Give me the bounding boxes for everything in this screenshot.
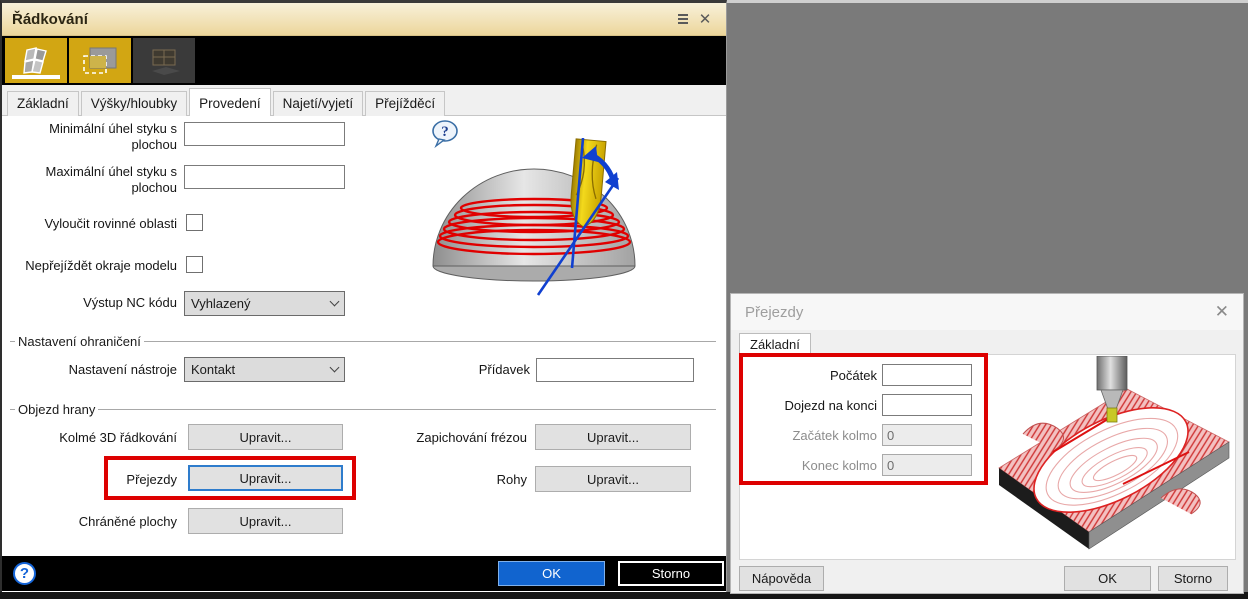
operation-toolbar [2,36,726,85]
ok-button[interactable]: OK [1064,566,1151,591]
dialog-tabbar: Základní Výšky/hloubky Provedení Najetí/… [2,85,726,116]
tab-zakladni[interactable]: Základní [7,91,79,116]
prejezdy-title: Přejezdy [745,304,1215,321]
dialog-title: Řádkování [12,11,88,28]
help-icon[interactable]: ? [13,562,36,585]
exclude-planar-checkbox[interactable] [186,214,203,231]
plunge-milling-edit-button[interactable]: Upravit... [535,424,691,450]
tab-najeti-vyjeti[interactable]: Najetí/vyjetí [273,91,364,116]
help-button[interactable]: Nápověda [739,566,824,591]
surface-patch-icon [19,46,53,76]
exclude-planar-label: Vyloučit rovinné oblasti [4,216,177,232]
chevron-down-icon [330,363,340,373]
tool-setting-label: Nastavení nástroje [4,362,177,378]
tab-prejizdeci[interactable]: Přejížděcí [365,91,445,116]
boundary-group-header: Nastavení ohraničení [10,334,716,349]
end-perpendicular-input [882,454,972,476]
active-tool-indicator [12,75,60,79]
perpendicular-3d-edit-button[interactable]: Upravit... [188,424,343,450]
end-input[interactable] [882,394,972,416]
edge-group-header: Objezd hrany [10,402,716,417]
tab-vysky-hloubky[interactable]: Výšky/hloubky [81,91,187,116]
protected-surfaces-edit-button[interactable]: Upravit... [188,508,343,534]
radkovani-dialog: Řádkování ✕ [0,0,727,592]
tab-provedeni[interactable]: Provedení [189,88,271,116]
corners-edit-button[interactable]: Upravit... [535,466,691,492]
menu-icon[interactable] [672,9,694,29]
toolpath-illustration [993,356,1235,556]
close-icon[interactable]: ✕ [694,9,716,29]
screen: Řádkování ✕ [0,0,1248,599]
min-angle-label: Minimální úhel styku s plochou [4,121,177,154]
plunge-milling-label: Zapichování frézou [397,430,527,446]
dialog-titlebar: Řádkování ✕ [2,3,726,36]
protected-surfaces-label: Chráněné plochy [4,514,177,530]
allowance-input[interactable] [536,358,694,382]
start-perpendicular-label: Začátek kolmo [743,428,877,443]
mesh-tool-button[interactable] [133,38,195,83]
nc-output-label: Výstup NC kódu [4,295,177,311]
start-label: Počátek [743,368,877,383]
max-angle-label: Maximální úhel styku s plochou [4,164,177,197]
prejezdy-dialog: Přejezdy ✕ Základní Počátek Dojezd na ko… [730,293,1244,594]
tool-setting-dropdown[interactable]: Kontakt [184,357,345,382]
allowance-label: Přídavek [402,362,530,378]
cancel-button[interactable]: Storno [1158,566,1228,591]
region-select-tool-button[interactable] [69,38,131,83]
start-input[interactable] [882,364,972,386]
perpendicular-3d-label: Kolmé 3D řádkování [4,430,177,446]
prejezdy-titlebar: Přejezdy ✕ [731,294,1243,330]
corners-label: Rohy [397,472,527,488]
end-label: Dojezd na konci [743,398,877,413]
dialog-footer: ? OK Storno [2,556,726,591]
prejezdy-tab-zakladni[interactable]: Základní [739,333,811,357]
close-icon[interactable]: ✕ [1215,302,1229,322]
links-label: Přejezdy [4,472,177,488]
min-angle-input[interactable] [184,122,345,146]
tab-content-provedeni: Minimální úhel styku s plochou Maximální… [2,116,726,556]
links-edit-button[interactable]: Upravit... [188,465,343,491]
chevron-down-icon [330,297,340,307]
mesh-panel-icon [144,45,184,77]
no-cross-edges-label: Nepřejíždět okraje modelu [4,258,177,274]
start-perpendicular-input [882,424,972,446]
no-cross-edges-checkbox[interactable] [186,256,203,273]
nc-output-dropdown[interactable]: Vyhlazený [184,291,345,316]
ok-button[interactable]: OK [498,561,605,586]
cancel-button[interactable]: Storno [618,561,724,586]
graphics-viewport [727,0,1248,293]
angle-illustration [420,138,665,300]
surface-patch-tool-button[interactable] [5,38,67,83]
end-perpendicular-label: Konec kolmo [743,458,877,473]
max-angle-input[interactable] [184,165,345,189]
region-select-icon [80,44,120,78]
